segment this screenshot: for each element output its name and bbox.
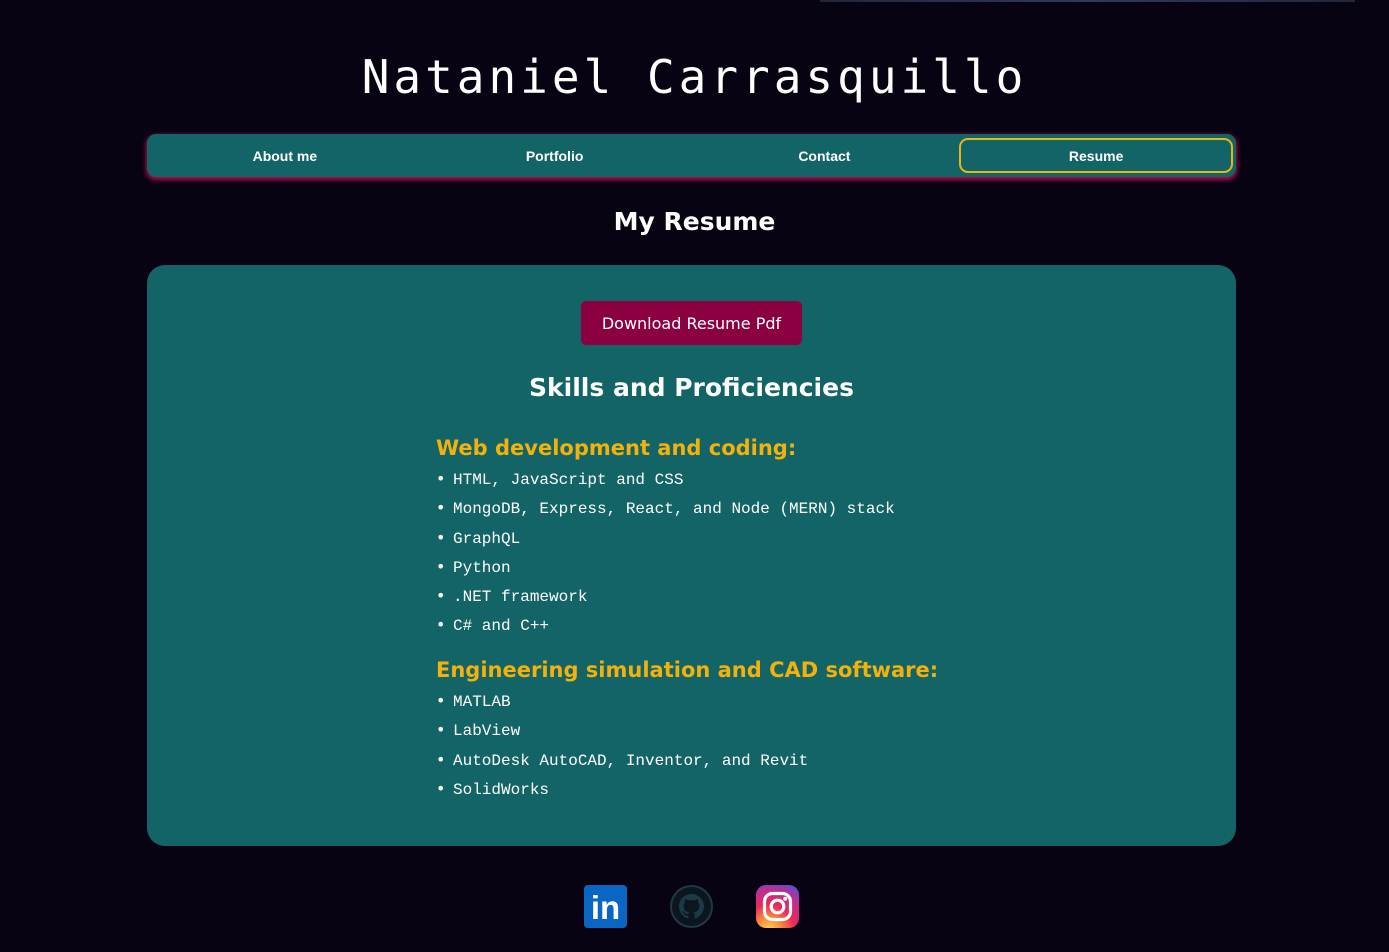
main-nav: About me Portfolio Contact Resume bbox=[147, 134, 1236, 177]
nav-portfolio[interactable]: Portfolio bbox=[420, 138, 690, 173]
skill-text: .NET framework bbox=[453, 588, 588, 607]
nav-about-me[interactable]: About me bbox=[150, 138, 420, 173]
skill-text: AutoDesk AutoCAD, Inventor, and Revit bbox=[453, 751, 809, 770]
instagram-icon[interactable] bbox=[756, 885, 799, 928]
skill-text: MATLAB bbox=[453, 693, 511, 711]
bullet-icon: • bbox=[436, 691, 446, 710]
category-title: Engineering simulation and CAD software: bbox=[436, 658, 939, 682]
nav-resume[interactable]: Resume bbox=[959, 138, 1233, 173]
bullet-icon: • bbox=[436, 556, 446, 576]
skill-text: Python bbox=[453, 558, 511, 577]
nav-contact[interactable]: Contact bbox=[690, 138, 960, 173]
list-item: • SolidWorks bbox=[436, 775, 938, 804]
skill-list: • HTML, JavaScript and CSS • MongoDB, Expr… bbox=[436, 465, 895, 641]
list-item: • Python bbox=[436, 553, 895, 582]
download-resume-button[interactable]: Download Resume Pdf bbox=[581, 301, 802, 345]
skills-heading: Skills and Proficiencies bbox=[529, 373, 854, 402]
bullet-icon: • bbox=[436, 498, 446, 518]
github-icon[interactable] bbox=[670, 885, 713, 928]
linkedin-icon[interactable]: in bbox=[584, 885, 627, 928]
skill-text: MongoDB, Express, React, and Node (MERN)… bbox=[453, 500, 895, 519]
skill-text: GraphQL bbox=[453, 529, 521, 548]
list-item: • HTML, JavaScript and CSS bbox=[436, 465, 895, 494]
list-item: • LabView bbox=[436, 716, 938, 745]
bullet-icon: • bbox=[436, 749, 446, 769]
skill-category-web: Web development and coding: • HTML, JavaS… bbox=[436, 434, 895, 641]
bullet-icon: • bbox=[436, 527, 446, 547]
skill-text: C# and C++ bbox=[453, 617, 550, 636]
list-item: • AutoDesk AutoCAD, Inventor, and Revit bbox=[436, 746, 938, 775]
list-item: • C# and C++ bbox=[436, 611, 895, 640]
skill-text: LabView bbox=[453, 722, 521, 741]
bullet-icon: • bbox=[436, 469, 446, 488]
list-item: • .NET framework bbox=[436, 582, 895, 611]
skill-category-engineering: Engineering simulation and CAD software:… bbox=[436, 656, 938, 804]
category-title: Web development and coding: bbox=[436, 436, 797, 460]
bullet-icon: • bbox=[436, 615, 446, 635]
resume-panel: Download Resume Pdf Skills and Proficien… bbox=[147, 265, 1236, 846]
list-item: • MongoDB, Express, React, and Node (MERN… bbox=[436, 494, 895, 523]
bullet-icon: • bbox=[436, 720, 446, 740]
page-heading: My Resume bbox=[613, 207, 776, 236]
bullet-icon: • bbox=[436, 586, 446, 606]
list-item: • GraphQL bbox=[436, 524, 895, 553]
linkedin-logo-text: in bbox=[591, 889, 620, 926]
list-item: • MATLAB bbox=[436, 687, 938, 716]
skill-text: HTML, JavaScript and CSS bbox=[453, 471, 684, 489]
skill-list: • MATLAB • LabView • AutoDesk AutoCAD, Inve… bbox=[436, 687, 938, 804]
bullet-icon: • bbox=[436, 778, 446, 798]
site-title: Nataniel Carrasquillo bbox=[361, 50, 1028, 104]
skill-text: SolidWorks bbox=[453, 780, 550, 799]
top-decorative-strip bbox=[820, 0, 1355, 2]
